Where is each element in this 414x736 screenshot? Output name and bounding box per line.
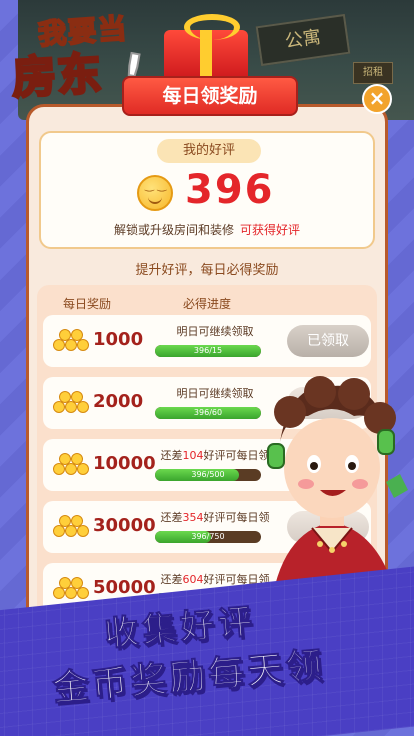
unlock-highlight: 可获得好评 <box>240 223 301 237</box>
progress-bar: 396/60 <box>155 407 261 419</box>
progress-text: 396/15 <box>193 346 223 355</box>
dialog-title: 每日领奖励 <box>122 76 298 116</box>
status-prefix: 还差 <box>160 573 183 586</box>
reward-amount: 10000 <box>93 453 156 474</box>
game-sign: 公寓 <box>255 13 351 67</box>
promote-text: 提升好评，每日必得奖励 <box>135 263 279 278</box>
claim-button[interactable]: 已领取 <box>287 325 369 357</box>
logo-line2: 房东 <box>9 47 105 106</box>
col-header-reward: 每日奖励 <box>63 297 112 311</box>
review-tag: 我的好评 <box>157 139 261 163</box>
progress-text: 396/750 <box>191 532 225 541</box>
status-prefix: 还差 <box>160 511 183 524</box>
status-prefix: 还差 <box>160 449 183 462</box>
review-count: 396 <box>185 167 275 213</box>
unlock-text: 解锁或升级房间和装修 <box>113 223 234 237</box>
reward-amount: 1000 <box>93 329 144 350</box>
col-header-progress: 必得进度 <box>183 297 232 311</box>
progress-bar: 396/500 <box>155 469 261 481</box>
status-highlight: 104 <box>182 449 204 462</box>
unlock-hint: 解锁或升级房间和装修 可获得好评 <box>41 221 373 238</box>
reward-row: 1000 明日可继续领取 396/15 已领取 <box>43 315 371 367</box>
review-card: 我的好评 396 解锁或升级房间和装修可获得好评 <box>39 131 375 249</box>
coin-stack-icon <box>53 449 89 479</box>
close-button[interactable]: × <box>362 84 392 114</box>
status-text: 明日可继续领取 <box>176 325 254 338</box>
coin-stack-icon <box>53 325 89 355</box>
reward-status: 明日可继续领取 <box>153 323 277 339</box>
progress-text: 396/500 <box>191 470 225 479</box>
progress-bar: 396/750 <box>155 531 261 543</box>
coin-stack-icon <box>53 387 89 417</box>
smile-icon <box>137 175 173 211</box>
game-sign-small: 招租 <box>353 62 393 84</box>
status-highlight: 604 <box>182 573 204 586</box>
reward-amount: 30000 <box>93 515 156 536</box>
progress-bar: 396/15 <box>155 345 261 357</box>
reward-amount: 2000 <box>93 391 144 412</box>
coin-stack-icon <box>53 573 89 603</box>
status-text: 明日可继续领取 <box>176 387 254 400</box>
coin-stack-icon <box>53 511 89 541</box>
status-highlight: 354 <box>182 511 204 524</box>
progress-text: 396/60 <box>193 408 223 417</box>
